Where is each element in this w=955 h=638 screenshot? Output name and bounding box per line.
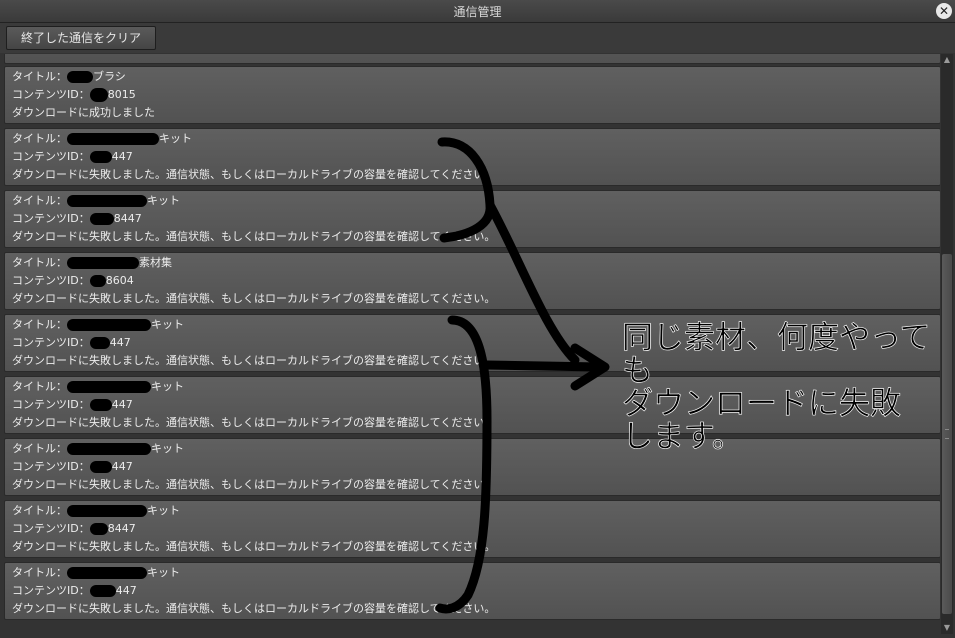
redaction-mark — [67, 195, 147, 207]
item-title-suffix: ブラシ — [93, 70, 126, 83]
item-id-suffix: 447 — [111, 460, 133, 473]
item-title-label: タイトル： — [12, 380, 67, 393]
item-id-suffix: 8447 — [113, 212, 142, 225]
item-id-label: コンテンツID： — [12, 460, 90, 473]
item-title-suffix: キット — [151, 442, 184, 455]
item-title-label: タイトル： — [12, 318, 67, 331]
redaction-mark — [89, 213, 114, 225]
redaction-mark — [67, 133, 159, 145]
item-id-suffix: 447 — [115, 584, 137, 597]
annotation-line: 同じ素材、何度やっても — [622, 320, 931, 389]
list-item[interactable]: タイトル： キット コンテンツID： 8447 ダウンロードに失敗しました。通信状態… — [4, 500, 940, 558]
item-id-label: コンテンツID： — [12, 336, 90, 349]
item-id-suffix: 8447 — [107, 522, 136, 535]
window-title: 通信管理 — [453, 5, 502, 19]
item-id-label: コンテンツID： — [12, 150, 90, 163]
item-title-label: タイトル： — [12, 194, 67, 207]
item-title-suffix: キット — [151, 318, 184, 331]
list-item[interactable] — [4, 54, 940, 64]
redaction-mark — [89, 399, 112, 411]
redaction-mark — [67, 71, 93, 83]
item-title-suffix: キット — [151, 380, 184, 393]
redaction-mark — [67, 505, 147, 517]
item-id-suffix: 8015 — [107, 88, 136, 101]
item-id-label: コンテンツID： — [12, 398, 90, 411]
item-title-label: タイトル： — [12, 70, 67, 83]
item-title-suffix: キット — [147, 504, 180, 517]
item-title-label: タイトル： — [12, 504, 67, 517]
transfer-manager-window: 通信管理 ✕ 終了した通信をクリア タイトル： ブラシ コンテンツID： 8015 … — [0, 0, 955, 638]
handwritten-annotation-text: 同じ素材、何度やっても ダウンロードに失敗 します。 — [622, 320, 955, 455]
list-item[interactable]: タイトル： ブラシ コンテンツID： 8015 ダウンロードに成功しました — [4, 66, 940, 124]
annotation-line: ダウンロードに失敗 — [622, 386, 902, 422]
arrow-down-icon[interactable]: ▼ — [941, 622, 953, 634]
item-status: ダウンロードに失敗しました。通信状態、もしくはローカルドライブの容量を確認してく… — [12, 168, 496, 181]
item-status: ダウンロードに失敗しました。通信状態、もしくはローカルドライブの容量を確認してく… — [12, 478, 496, 491]
item-title-suffix: キット — [147, 566, 180, 579]
redaction-mark — [67, 257, 139, 269]
item-status: ダウンロードに失敗しました。通信状態、もしくはローカルドライブの容量を確認してく… — [12, 292, 496, 305]
item-title-label: タイトル： — [12, 132, 67, 145]
item-status: ダウンロードに失敗しました。通信状態、もしくはローカルドライブの容量を確認してく… — [12, 354, 496, 367]
item-id-suffix: 447 — [109, 336, 131, 349]
list-item[interactable]: タイトル： キット コンテンツID： 447 ダウンロードに失敗しました。通信状態、… — [4, 562, 940, 620]
item-status: ダウンロードに失敗しました。通信状態、もしくはローカルドライブの容量を確認してく… — [12, 230, 496, 243]
redaction-mark — [89, 461, 112, 473]
redaction-mark — [89, 523, 108, 535]
redaction-mark — [67, 567, 147, 579]
item-status: ダウンロードに失敗しました。通信状態、もしくはローカルドライブの容量を確認してく… — [12, 540, 496, 553]
item-title-suffix: キット — [159, 132, 192, 145]
list-item[interactable]: タイトル： 素材集 コンテンツID： 8604 ダウンロードに失敗しました。通信状態… — [4, 252, 940, 310]
redaction-mark — [67, 319, 151, 331]
item-status: ダウンロードに失敗しました。通信状態、もしくはローカルドライブの容量を確認してく… — [12, 416, 496, 429]
item-id-label: コンテンツID： — [12, 212, 90, 225]
item-title-suffix: 素材集 — [139, 256, 172, 269]
redaction-mark — [89, 275, 106, 287]
redaction-mark — [67, 381, 151, 393]
item-status: ダウンロードに失敗しました。通信状態、もしくはローカルドライブの容量を確認してく… — [12, 602, 496, 615]
item-id-suffix: 447 — [111, 150, 133, 163]
item-id-label: コンテンツID： — [12, 584, 90, 597]
redaction-mark — [89, 585, 116, 597]
item-title-suffix: キット — [147, 194, 180, 207]
arrow-up-icon[interactable]: ▲ — [941, 54, 953, 66]
item-title-label: タイトル： — [12, 256, 67, 269]
clear-finished-button[interactable]: 終了した通信をクリア — [6, 26, 156, 50]
redaction-mark — [89, 337, 110, 349]
item-title-label: タイトル： — [12, 566, 67, 579]
item-id-suffix: 8604 — [105, 274, 134, 287]
annotation-line: します。 — [622, 419, 744, 455]
item-status: ダウンロードに成功しました — [12, 106, 155, 119]
toolbar: 終了した通信をクリア — [0, 23, 955, 53]
title-bar: 通信管理 ✕ — [0, 0, 955, 23]
item-id-suffix: 447 — [111, 398, 133, 411]
item-id-label: コンテンツID： — [12, 274, 90, 287]
list-item[interactable]: タイトル： キット コンテンツID： 447 ダウンロードに失敗しました。通信状態、… — [4, 128, 940, 186]
redaction-mark — [89, 151, 112, 163]
item-id-label: コンテンツID： — [12, 88, 90, 101]
redaction-mark — [67, 443, 151, 455]
list-item[interactable]: タイトル： キット コンテンツID： 8447 ダウンロードに失敗しました。通信状態… — [4, 190, 940, 248]
item-id-label: コンテンツID： — [12, 522, 90, 535]
item-title-label: タイトル： — [12, 442, 67, 455]
redaction-mark — [89, 88, 108, 102]
close-icon[interactable]: ✕ — [936, 3, 952, 19]
